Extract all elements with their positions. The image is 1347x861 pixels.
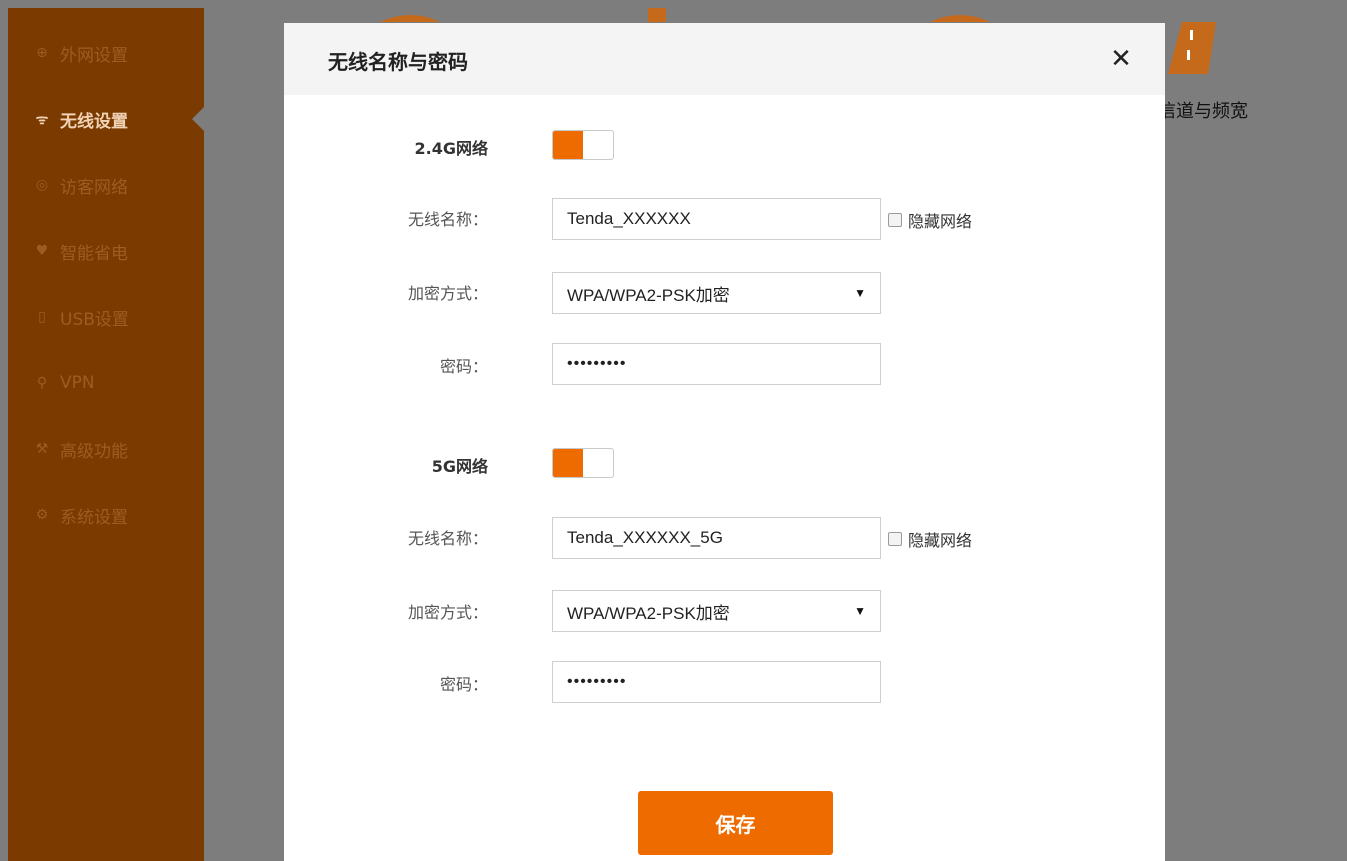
encryption-5g-label: 加密方式： <box>407 603 488 622</box>
hide-network-5g[interactable]: 隐藏网络 <box>888 527 972 551</box>
hide-network-5g-label: 隐藏网络 <box>908 531 973 550</box>
active-indicator <box>192 107 204 131</box>
dialog-header: 无线名称与密码 ✕ <box>284 23 1165 95</box>
sidebar-item-label: 无线设置 <box>60 111 128 132</box>
password-5g-input[interactable]: ••••••••• <box>552 661 881 703</box>
chevron-down-icon: ▼ <box>854 286 866 300</box>
background-section-label: 信道与频宽 <box>1158 101 1248 122</box>
hide-network-24g-checkbox[interactable] <box>888 213 902 227</box>
save-button[interactable]: 保存 <box>638 791 833 855</box>
hide-network-24g[interactable]: 隐藏网络 <box>888 208 972 232</box>
vpn-icon: ⚲ <box>36 375 48 391</box>
sidebar-item-wan[interactable]: ⊕ 外网设置 <box>8 20 204 86</box>
ssid-5g-label: 无线名称： <box>407 529 488 548</box>
toggle-on-indicator <box>553 449 583 477</box>
bulb-icon: ♥ <box>35 243 49 259</box>
road-icon <box>1168 22 1216 74</box>
password-24g-label: 密码： <box>439 357 488 376</box>
sidebar-item-guest[interactable]: ◎ 访客网络 <box>8 152 204 218</box>
sidebar-item-label: USB设置 <box>60 309 129 330</box>
dialog-title: 无线名称与密码 <box>328 50 468 74</box>
sidebar-item-label: 智能省电 <box>60 243 128 264</box>
sidebar-item-advanced[interactable]: ⚒ 高级功能 <box>8 416 204 482</box>
network-5g-label: 5G网络 <box>431 457 488 476</box>
usb-icon: ▯ <box>38 309 46 325</box>
gear-icon: ⚙ <box>35 507 49 523</box>
chevron-down-icon: ▼ <box>854 604 866 618</box>
encryption-24g-label: 加密方式： <box>407 284 488 303</box>
encryption-5g-select[interactable]: WPA/WPA2-PSK加密 ▼ <box>552 590 881 632</box>
hide-network-5g-checkbox[interactable] <box>888 532 902 546</box>
sidebar-item-label: VPN <box>60 373 95 393</box>
background-banner-art <box>380 8 990 22</box>
wireless-settings-dialog: 无线名称与密码 ✕ 2.4G网络 无线名称： Tenda_XXXXXX 隐藏网络… <box>284 23 1165 861</box>
hide-network-24g-label: 隐藏网络 <box>908 212 973 231</box>
network-24g-toggle[interactable] <box>552 130 614 160</box>
ssid-24g-input[interactable]: Tenda_XXXXXX <box>552 198 881 240</box>
globe-icon: ⊕ <box>36 45 48 61</box>
sidebar-item-power-saving[interactable]: ♥ 智能省电 <box>8 218 204 284</box>
password-5g-label: 密码： <box>439 675 488 694</box>
sidebar-item-label: 外网设置 <box>60 45 128 66</box>
guest-icon: ◎ <box>35 177 49 193</box>
sidebar-item-label: 高级功能 <box>60 441 128 462</box>
sidebar-item-label: 访客网络 <box>60 177 128 198</box>
encryption-24g-select[interactable]: WPA/WPA2-PSK加密 ▼ <box>552 272 881 314</box>
network-5g-toggle[interactable] <box>552 448 614 478</box>
wrench-icon: ⚒ <box>35 441 49 457</box>
sidebar-item-wireless[interactable]: ᯤ 无线设置 <box>8 86 204 152</box>
ssid-5g-input[interactable]: Tenda_XXXXXX_5G <box>552 517 881 559</box>
close-icon[interactable]: ✕ <box>1109 46 1133 72</box>
password-24g-input[interactable]: ••••••••• <box>552 343 881 385</box>
sidebar: ⊕ 外网设置 ᯤ 无线设置 ◎ 访客网络 ♥ 智能省电 ▯ USB设置 ⚲ VP… <box>8 8 204 861</box>
sidebar-item-vpn[interactable]: ⚲ VPN <box>8 350 204 416</box>
toggle-on-indicator <box>553 131 583 159</box>
encryption-24g-value: WPA/WPA2-PSK加密 <box>567 285 730 305</box>
sidebar-item-system[interactable]: ⚙ 系统设置 <box>8 482 204 548</box>
sidebar-item-usb[interactable]: ▯ USB设置 <box>8 284 204 350</box>
sidebar-item-label: 系统设置 <box>60 507 128 528</box>
encryption-5g-value: WPA/WPA2-PSK加密 <box>567 603 730 623</box>
ssid-24g-label: 无线名称： <box>407 210 488 229</box>
network-24g-label: 2.4G网络 <box>414 139 488 158</box>
wifi-icon: ᯤ <box>35 111 49 128</box>
